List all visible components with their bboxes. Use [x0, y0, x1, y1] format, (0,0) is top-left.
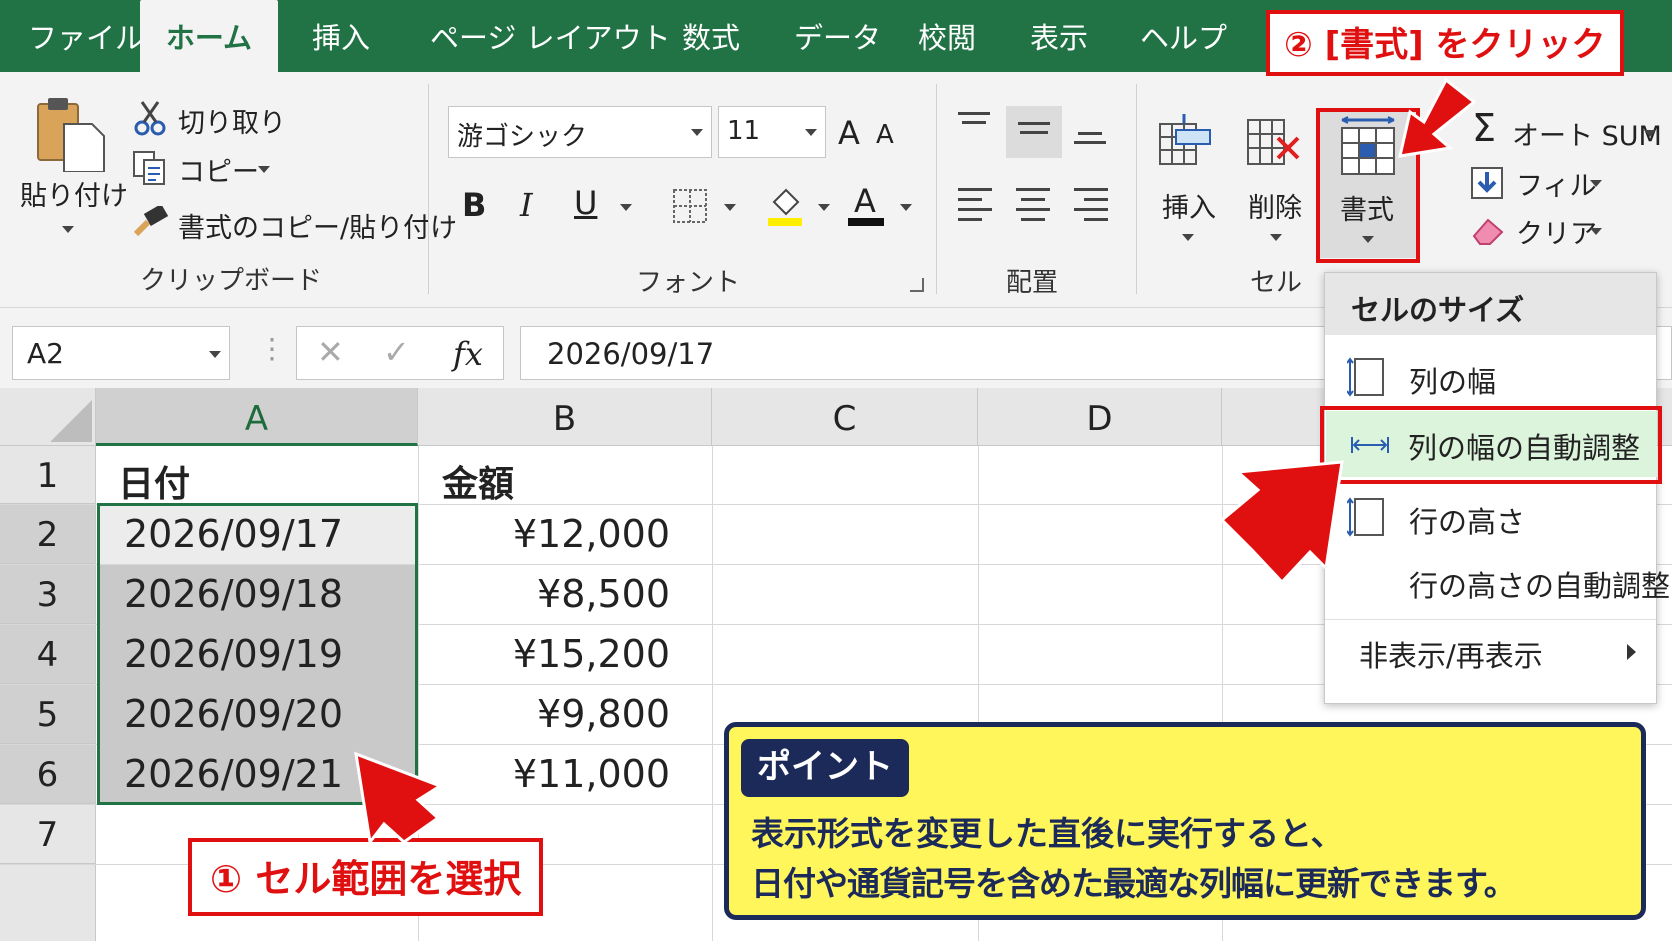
- arrow-to-format-button: [1398, 77, 1477, 158]
- point-text-line2: 日付や通貨記号を含めた最適な列幅に更新できます。: [751, 864, 1517, 903]
- arrow-to-autofit-item: [1219, 460, 1344, 585]
- arrow-to-selection: [354, 751, 444, 846]
- point-text-line1: 表示形式を変更した直後に実行すると、: [751, 814, 1344, 853]
- point-note-box: ポイント 表示形式を変更した直後に実行すると、 日付や通貨記号を含めた最適な列幅…: [724, 722, 1646, 920]
- point-badge: ポイント: [741, 739, 909, 797]
